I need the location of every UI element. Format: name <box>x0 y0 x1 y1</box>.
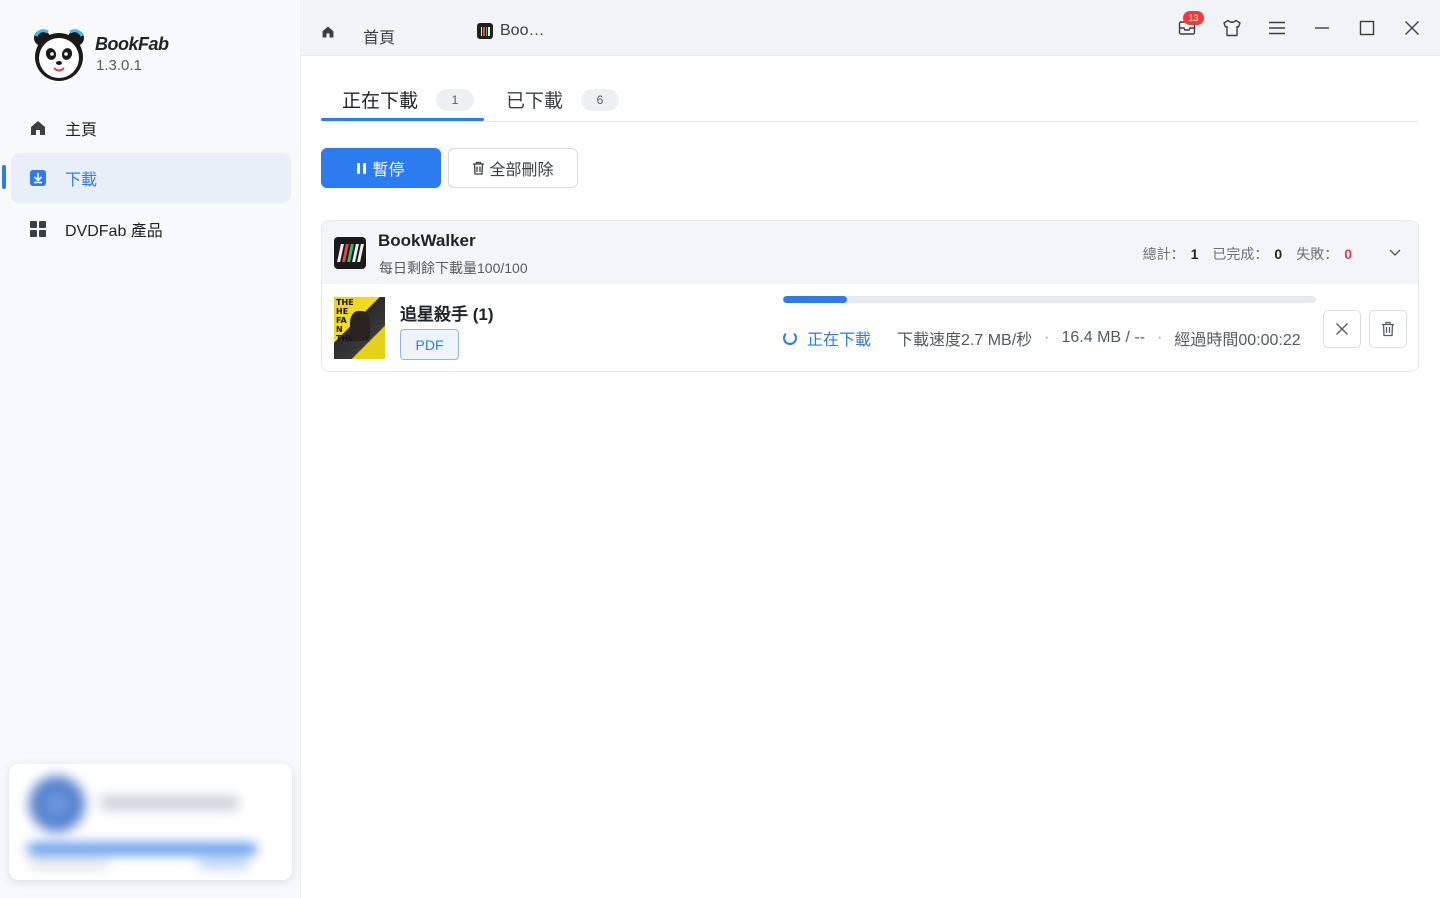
maximize-icon <box>1359 20 1375 36</box>
maximize-button[interactable] <box>1353 14 1381 42</box>
pause-icon <box>357 162 367 174</box>
tab-count-badge: 1 <box>436 88 475 111</box>
promo-link-placeholder <box>199 860 249 868</box>
delete-all-label: 全部刪除 <box>489 162 554 179</box>
download-item-row: THE HE FA N THE 追星殺手 (1) PDF 正在下載 下載速度2.7 MB… <box>322 284 1418 371</box>
promo-avatar <box>29 776 85 832</box>
tab-label: 已下載 <box>506 91 564 112</box>
app-logo <box>32 28 86 82</box>
hamburger-icon <box>1269 21 1285 35</box>
separator-dot: · <box>1157 329 1163 346</box>
panda-logo-icon <box>34 29 84 81</box>
book-cover-thumbnail: THE HE FA N THE <box>334 297 385 359</box>
promo-bar <box>27 844 257 854</box>
stat-total-label: 總計： <box>1142 246 1185 262</box>
sidebar: BookFab 1.3.0.1 主頁 下載 DVDFab 產品 <box>0 0 301 898</box>
app-version: 1.3.0.1 <box>96 57 142 74</box>
bookwalker-logo-icon <box>334 237 366 269</box>
notification-badge: 13 <box>1183 11 1204 25</box>
home-icon[interactable] <box>321 25 335 44</box>
home-icon <box>29 119 47 137</box>
stat-total-value: 1 <box>1190 246 1199 262</box>
stat-failed-label: 失敗： <box>1296 246 1339 262</box>
bookwalker-icon <box>477 23 493 39</box>
grid-icon <box>29 220 47 238</box>
promo-text-placeholder <box>99 796 239 810</box>
cancel-download-button[interactable] <box>1323 310 1361 348</box>
download-size: 16.4 MB / -- <box>1061 329 1146 346</box>
stat-done-value: 0 <box>1274 246 1283 262</box>
sidebar-item-label: 下載 <box>65 172 98 189</box>
item-title: 追星殺手 (1) <box>400 305 494 324</box>
group-quota: 每日剩餘下載量100/100 <box>379 260 528 276</box>
tab-label: Boo… <box>500 22 545 39</box>
trash-icon <box>1382 321 1394 337</box>
close-icon <box>1336 323 1348 335</box>
minimize-button[interactable] <box>1308 14 1336 42</box>
tab-downloading[interactable]: 正在下載 1 <box>342 86 475 113</box>
stat-done-label: 已完成： <box>1212 246 1269 262</box>
divider <box>321 121 1419 122</box>
loading-spinner-icon <box>783 331 797 345</box>
group-stats: 總計： 1 已完成： 0 失敗： 0 <box>1143 244 1352 264</box>
group-title: BookWalker <box>378 231 476 250</box>
tab-count-badge: 6 <box>581 88 620 111</box>
app-name: BookFab <box>95 34 169 54</box>
active-indicator <box>2 165 6 189</box>
elapsed-time: 經過時間00:00:22 <box>1174 332 1301 349</box>
sidebar-item-dvdfab-products[interactable]: DVDFab 產品 <box>11 204 291 254</box>
close-button[interactable] <box>1398 14 1426 42</box>
shirt-icon <box>1223 19 1241 37</box>
promo-text-placeholder <box>29 860 109 868</box>
group-header[interactable]: BookWalker 每日剩餘下載量100/100 總計： 1 已完成： 0 失… <box>322 221 1418 284</box>
sidebar-item-label: 主頁 <box>65 122 98 139</box>
trash-icon <box>473 161 485 175</box>
status-text: 正在下載 <box>807 332 872 349</box>
download-speed: 下載速度2.7 MB/秒 <box>897 332 1033 349</box>
download-status: 正在下載 下載速度2.7 MB/秒 · 16.4 MB / -- · 經過時間0… <box>783 326 1301 350</box>
download-group-card: BookWalker 每日剩餘下載量100/100 總計： 1 已完成： 0 失… <box>321 220 1419 372</box>
delete-all-button[interactable]: 全部刪除 <box>448 148 578 188</box>
download-icon <box>29 169 47 187</box>
close-icon <box>1405 21 1419 35</box>
tab-home[interactable]: 首頁 <box>363 24 395 48</box>
sidebar-item-label: DVDFab 產品 <box>65 223 163 240</box>
delete-item-button[interactable] <box>1369 310 1407 348</box>
tab-label: 正在下載 <box>342 91 419 112</box>
sidebar-item-home[interactable]: 主頁 <box>11 103 291 153</box>
sidebar-item-download[interactable]: 下載 <box>11 153 291 203</box>
menu-button[interactable] <box>1263 14 1291 42</box>
separator-dot: · <box>1044 329 1050 346</box>
skin-button[interactable] <box>1218 14 1246 42</box>
stat-failed-value: 0 <box>1344 246 1352 262</box>
pause-button[interactable]: 暫停 <box>321 148 441 188</box>
format-badge: PDF <box>400 329 459 360</box>
tab-downloaded[interactable]: 已下載 6 <box>506 86 620 113</box>
tab-bookwalker[interactable]: Boo… <box>477 22 544 40</box>
progress-fill <box>783 296 847 303</box>
promo-card[interactable] <box>9 764 292 880</box>
progress-bar <box>783 296 1316 303</box>
pause-button-label: 暫停 <box>372 162 405 179</box>
chevron-down-icon[interactable] <box>1388 245 1402 264</box>
minimize-icon <box>1315 27 1329 29</box>
